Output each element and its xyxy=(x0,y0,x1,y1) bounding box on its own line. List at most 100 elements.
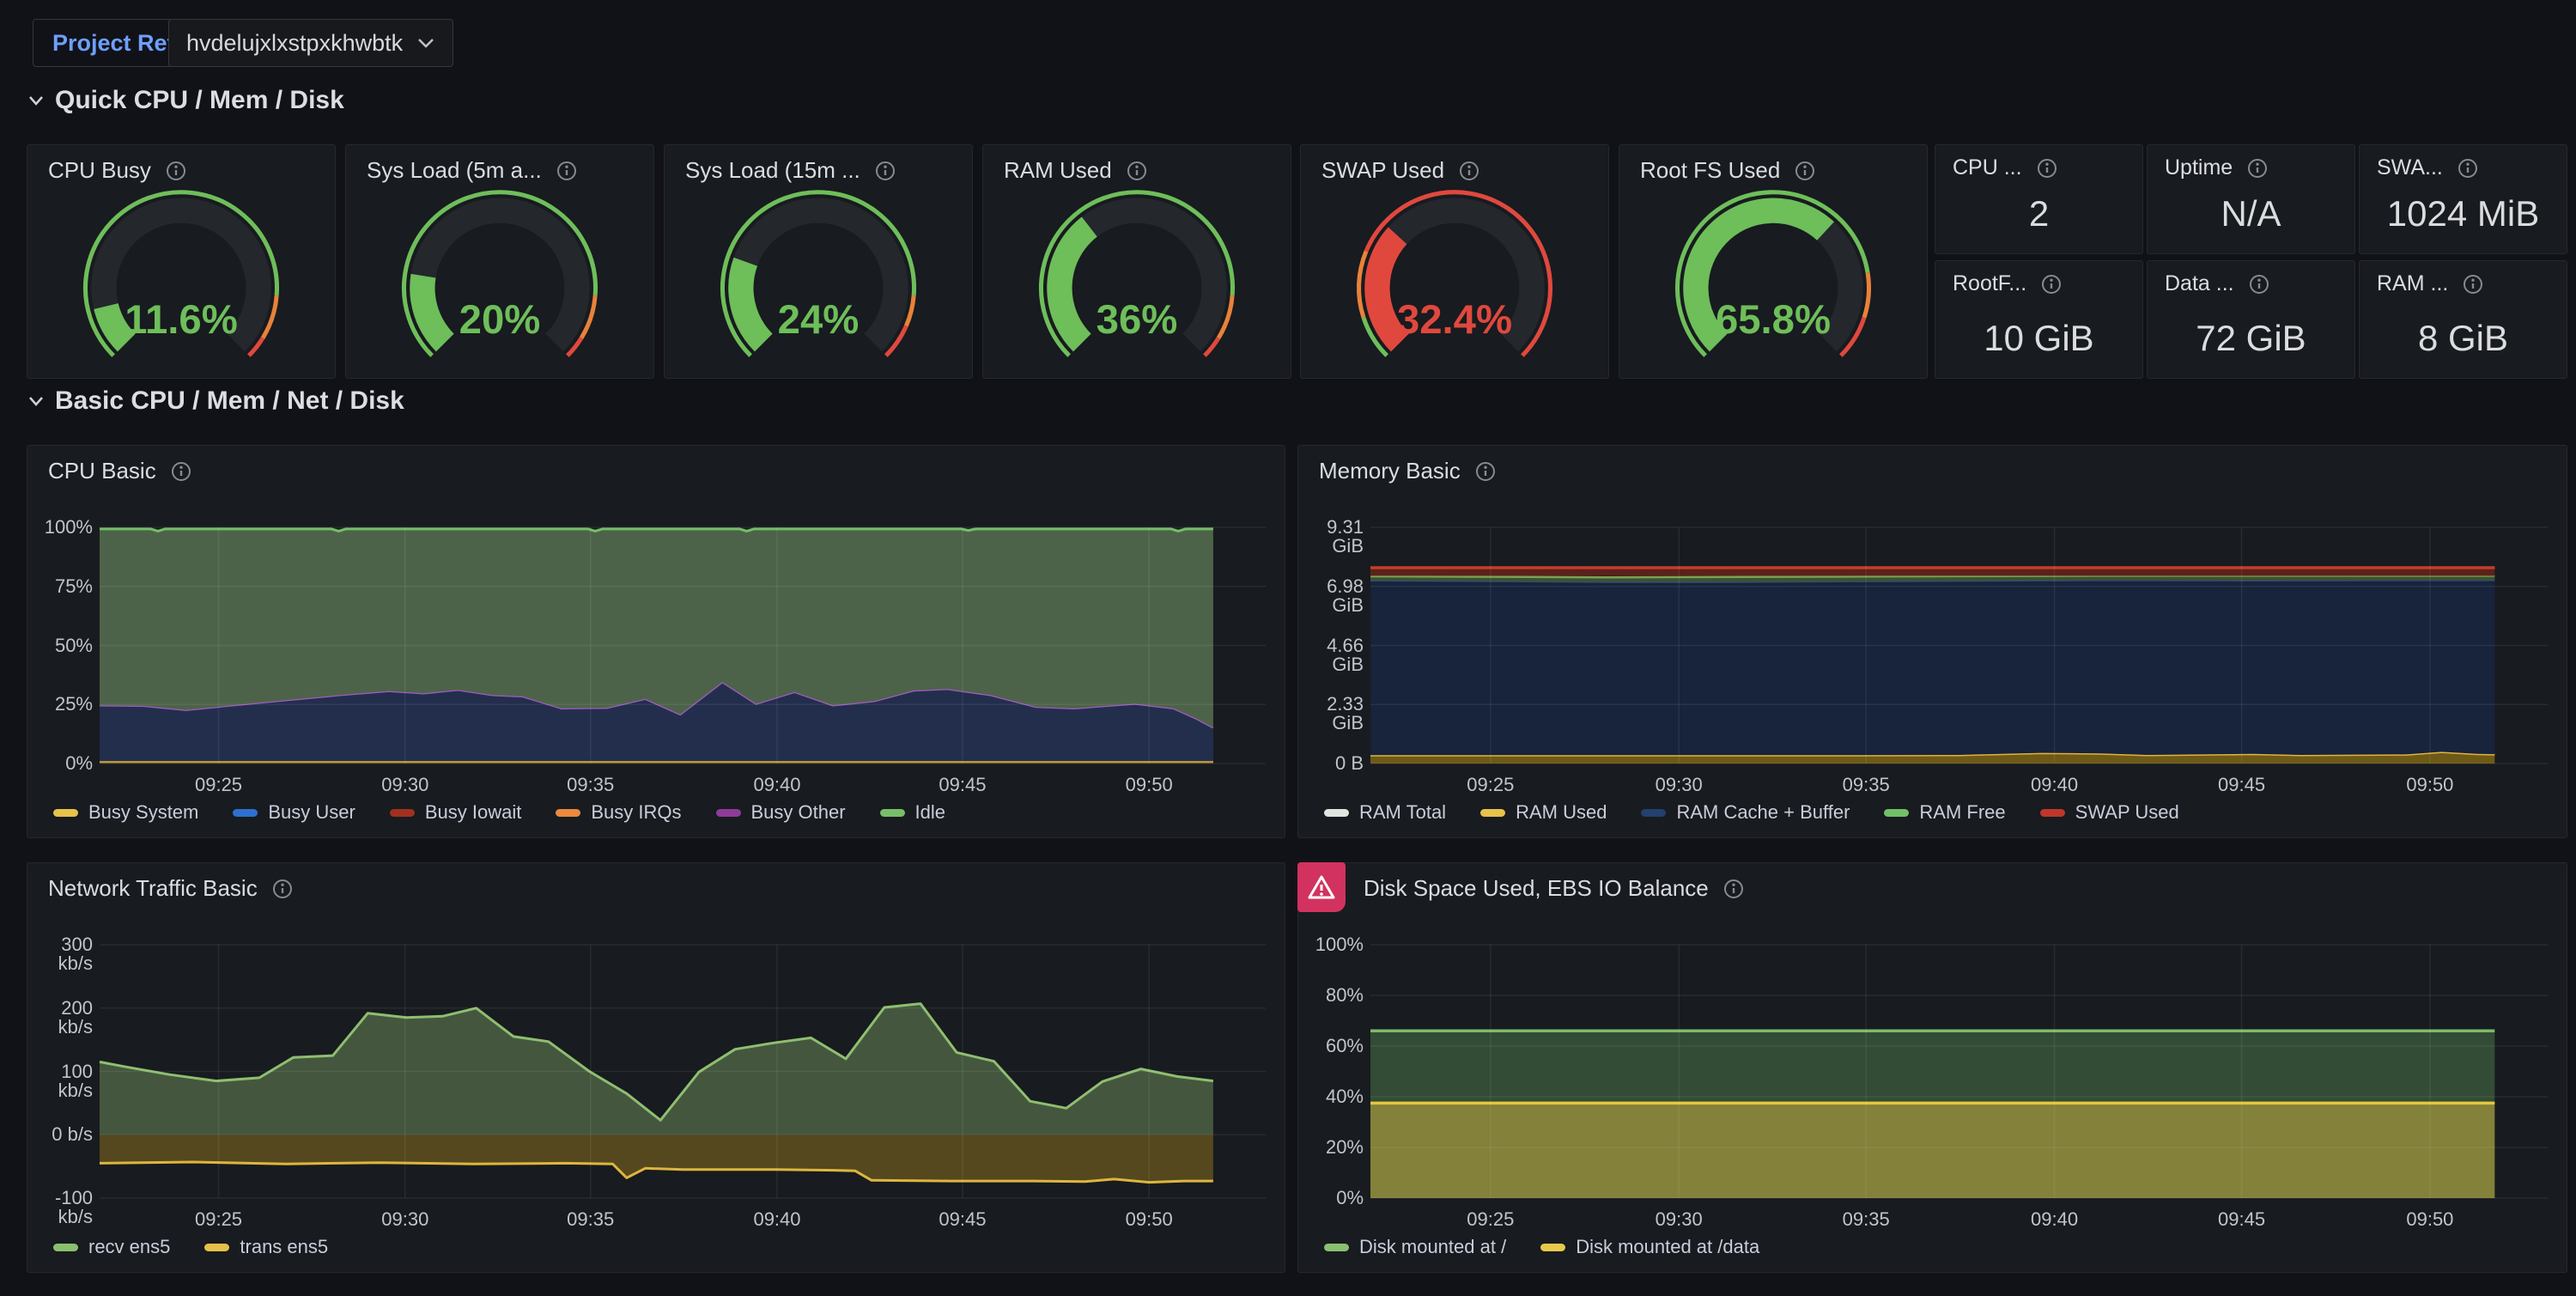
panel-title[interactable]: RAM ... xyxy=(2377,271,2484,296)
panel-stat-rootf-: RootF...10 GiB xyxy=(1935,260,2143,379)
legend-item[interactable]: Busy Other xyxy=(716,801,846,824)
y-axis-label: 100 kb/s xyxy=(31,1062,93,1100)
cpu-legend: Busy System Busy User Busy Iowait Busy IRQs… xyxy=(53,801,945,824)
panel-title-text: Sys Load (5m a... xyxy=(367,157,542,184)
x-axis-label: 09:45 xyxy=(915,1208,1010,1231)
panel-title-text: SWAP Used xyxy=(1321,157,1444,184)
info-icon[interactable] xyxy=(1794,160,1816,182)
legend-item[interactable]: trans ens5 xyxy=(204,1236,328,1258)
x-axis-label: 09:50 xyxy=(2383,774,2477,796)
info-icon[interactable] xyxy=(874,160,896,182)
info-icon[interactable] xyxy=(2036,157,2058,179)
legend-item[interactable]: SWAP Used xyxy=(2040,801,2179,824)
y-axis-label: 200 kb/s xyxy=(31,999,93,1037)
legend-label: Busy System xyxy=(88,801,198,824)
info-icon[interactable] xyxy=(556,160,578,182)
gauge-value: 36% xyxy=(1097,297,1178,343)
panel-stat-data-: Data ... 72 GiB xyxy=(2147,260,2355,379)
info-icon[interactable] xyxy=(1126,160,1148,182)
panel-title[interactable]: CPU Busy xyxy=(48,157,187,184)
x-axis-label: 09:30 xyxy=(1631,774,1726,796)
legend-label: Busy Other xyxy=(751,801,846,824)
stat-value: 72 GiB xyxy=(2148,318,2354,359)
legend-swatch xyxy=(716,809,741,817)
legend-label: Busy IRQs xyxy=(591,801,681,824)
y-axis-label: 0 b/s xyxy=(31,1125,93,1144)
info-icon[interactable] xyxy=(1474,460,1497,483)
legend-label: Busy User xyxy=(268,801,355,824)
panel-title[interactable]: Disk Space Used, EBS IO Balance xyxy=(1364,875,1745,902)
legend-item[interactable]: recv ens5 xyxy=(53,1236,170,1258)
legend-item[interactable]: RAM Cache + Buffer xyxy=(1641,801,1850,824)
legend-item[interactable]: RAM Free xyxy=(1884,801,2005,824)
panel-title[interactable]: Network Traffic Basic xyxy=(48,875,294,902)
panel-title[interactable]: SWA... xyxy=(2377,155,2479,180)
legend-swatch xyxy=(1324,809,1349,817)
panel-title[interactable]: RootF... xyxy=(1953,271,2063,296)
info-icon[interactable] xyxy=(170,460,192,483)
section-header-quick[interactable]: Quick CPU / Mem / Disk xyxy=(27,86,344,115)
panel-title-text: CPU ... xyxy=(1953,155,2022,180)
panel-stat-uptime: Uptime N/A xyxy=(2147,144,2355,254)
info-icon[interactable] xyxy=(271,878,294,900)
chevron-down-icon xyxy=(27,395,45,407)
legend-item[interactable]: Disk mounted at /data xyxy=(1540,1236,1759,1258)
legend-item[interactable]: Busy IRQs xyxy=(556,801,681,824)
panel-title-text: RAM Used xyxy=(1004,157,1112,184)
panel-title[interactable]: RAM Used xyxy=(1004,157,1148,184)
panel-title[interactable]: CPU Basic xyxy=(48,458,192,484)
panel-title[interactable]: SWAP Used xyxy=(1321,157,1480,184)
legend-item[interactable]: Busy System xyxy=(53,801,198,824)
info-icon[interactable] xyxy=(1458,160,1480,182)
legend-label: recv ens5 xyxy=(88,1236,170,1258)
info-icon[interactable] xyxy=(2040,273,2063,295)
info-icon[interactable] xyxy=(2248,273,2270,295)
panel-title-text: RootF... xyxy=(1953,271,2026,296)
alert-state-icon[interactable] xyxy=(1297,862,1346,912)
y-axis-label: 300 kb/s xyxy=(31,935,93,973)
legend-item[interactable]: Disk mounted at / xyxy=(1324,1236,1506,1258)
legend-label: Idle xyxy=(915,801,945,824)
legend-swatch xyxy=(53,1244,78,1251)
legend-item[interactable]: Idle xyxy=(880,801,945,824)
y-axis-label: 6.98 GiB xyxy=(1302,577,1364,615)
section-header-basic[interactable]: Basic CPU / Mem / Net / Disk xyxy=(27,386,404,416)
gauge: 20% xyxy=(384,186,616,370)
y-axis-label: -100 kb/s xyxy=(31,1189,93,1226)
info-icon[interactable] xyxy=(2457,157,2479,179)
legend-item[interactable]: Busy Iowait xyxy=(390,801,522,824)
legend-item[interactable]: Busy User xyxy=(233,801,355,824)
legend-swatch xyxy=(1641,809,1666,817)
stat-value: N/A xyxy=(2148,193,2354,234)
info-icon[interactable] xyxy=(2246,157,2269,179)
legend-swatch xyxy=(390,809,415,817)
legend-item[interactable]: RAM Total xyxy=(1324,801,1446,824)
panel-title[interactable]: Sys Load (5m a... xyxy=(367,157,578,184)
x-axis-label: 09:35 xyxy=(544,774,638,796)
panel-title[interactable]: Data ... xyxy=(2165,271,2270,296)
legend-label: SWAP Used xyxy=(2075,801,2179,824)
panel-title[interactable]: Root FS Used xyxy=(1640,157,1816,184)
info-icon[interactable] xyxy=(2462,273,2484,295)
legend-item[interactable]: RAM Used xyxy=(1480,801,1607,824)
info-icon[interactable] xyxy=(165,160,187,182)
legend-swatch xyxy=(1480,809,1505,817)
legend-label: RAM Cache + Buffer xyxy=(1676,801,1850,824)
panel-title[interactable]: Uptime xyxy=(2165,155,2269,180)
info-icon[interactable] xyxy=(1722,878,1745,900)
x-axis-label: 09:35 xyxy=(1819,1208,1913,1231)
legend-label: RAM Used xyxy=(1516,801,1607,824)
x-axis-label: 09:45 xyxy=(915,774,1010,796)
panel-title[interactable]: Memory Basic xyxy=(1319,458,1497,484)
panel-stat-swa-: SWA...1024 MiB xyxy=(2359,144,2567,254)
panel-title[interactable]: Sys Load (15m ... xyxy=(685,157,896,184)
cpu-chart xyxy=(100,527,1266,764)
grafana-dashboard: { "topbar": { "project_ref_label": "Proj… xyxy=(0,0,2576,1296)
project-ref-dropdown[interactable]: hvdelujxlxstpxkhwbtk xyxy=(168,19,453,67)
panel-gauge-ram-used: RAM Used 36% xyxy=(982,144,1291,379)
chevron-down-icon xyxy=(27,94,45,106)
panel-title[interactable]: CPU ... xyxy=(1953,155,2058,180)
panel-title-text: Memory Basic xyxy=(1319,458,1461,484)
y-axis-label: 25% xyxy=(31,695,93,714)
x-axis-label: 09:40 xyxy=(730,1208,824,1231)
